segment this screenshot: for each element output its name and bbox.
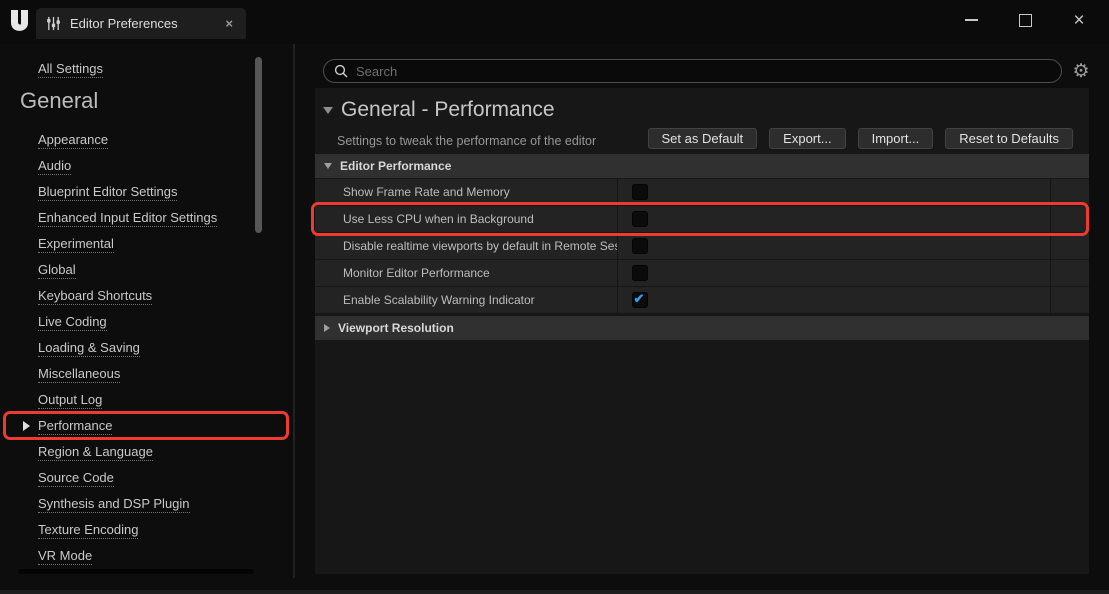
property-rows: Show Frame Rate and Memory Use Less CPU … <box>315 179 1089 314</box>
sidebar-item-region-language[interactable]: Region & Language <box>8 439 290 465</box>
maximize-button[interactable] <box>1011 6 1039 34</box>
section-collapsed-icon <box>324 324 330 332</box>
sidebar-item-loading-saving[interactable]: Loading & Saving <box>8 335 290 361</box>
row-enable-scalability-warning: Enable Scalability Warning Indicator <box>315 287 1089 313</box>
sidebar-section-heading: General <box>20 88 98 114</box>
sidebar-item-enhanced-input-editor-settings[interactable]: Enhanced Input Editor Settings <box>8 205 290 231</box>
expander-arrow-icon <box>23 421 30 431</box>
checkbox-monitor-editor-performance[interactable] <box>632 265 648 281</box>
import-button[interactable]: Import... <box>858 128 934 149</box>
settings-panel: General - Performance Settings to tweak … <box>315 88 1089 574</box>
sidebar-item-synthesis-dsp-plugin[interactable]: Synthesis and DSP Plugin <box>8 491 290 517</box>
section-editor-performance[interactable]: Editor Performance <box>315 154 1089 178</box>
section-expanded-icon <box>324 163 332 169</box>
editor-preferences-window: Editor Preferences × × All Settings Gene… <box>0 0 1109 594</box>
window-controls: × <box>957 0 1109 40</box>
tab-close-icon[interactable]: × <box>222 16 236 31</box>
search-bar[interactable] <box>323 59 1062 83</box>
sidebar-item-global[interactable]: Global <box>8 257 290 283</box>
sidebar-item-texture-encoding[interactable]: Texture Encoding <box>8 517 290 543</box>
sidebar-item-output-log[interactable]: Output Log <box>8 387 290 413</box>
sidebar-item-audio[interactable]: Audio <box>8 153 290 179</box>
page-subtitle: Settings to tweak the performance of the… <box>337 134 596 148</box>
page-title: General - Performance <box>341 98 555 122</box>
search-input[interactable] <box>356 64 1051 79</box>
window-bottom-edge <box>0 590 1109 594</box>
sidebar-item-keyboard-shortcuts[interactable]: Keyboard Shortcuts <box>8 283 290 309</box>
sidebar-scrollbar[interactable] <box>255 57 262 233</box>
sidebar-horizontal-scrollbar[interactable] <box>18 569 254 574</box>
close-button[interactable]: × <box>1065 6 1093 34</box>
unreal-logo-icon <box>9 8 33 32</box>
collapse-title-icon[interactable] <box>323 107 333 114</box>
sliders-icon <box>46 16 61 31</box>
row-disable-realtime-viewports: Disable realtime viewports by default in… <box>315 233 1089 259</box>
export-button[interactable]: Export... <box>769 128 845 149</box>
settings-sidebar: All Settings General Appearance Audio Bl… <box>8 48 290 576</box>
search-icon <box>334 64 348 78</box>
sidebar-item-miscellaneous[interactable]: Miscellaneous <box>8 361 290 387</box>
sidebar-list: Appearance Audio Blueprint Editor Settin… <box>8 127 290 569</box>
section-viewport-resolution[interactable]: Viewport Resolution <box>315 316 1089 340</box>
titlebar: Editor Preferences × × <box>0 0 1109 44</box>
sidebar-item-source-code[interactable]: Source Code <box>8 465 290 491</box>
action-buttons: Set as Default Export... Import... Reset… <box>648 128 1073 149</box>
sidebar-item-experimental[interactable]: Experimental <box>8 231 290 257</box>
sidebar-item-live-coding[interactable]: Live Coding <box>8 309 290 335</box>
checkbox-show-frame-rate[interactable] <box>632 184 648 200</box>
all-settings-link[interactable]: All Settings <box>38 61 103 78</box>
sidebar-divider <box>293 44 295 578</box>
sidebar-item-appearance[interactable]: Appearance <box>8 127 290 153</box>
checkbox-enable-scalability-warning[interactable] <box>632 292 648 308</box>
checkbox-use-less-cpu[interactable] <box>632 211 648 227</box>
minimize-button[interactable] <box>957 6 985 34</box>
row-monitor-editor-performance: Monitor Editor Performance <box>315 260 1089 286</box>
row-use-less-cpu-background: Use Less CPU when in Background <box>315 206 1089 232</box>
sidebar-item-blueprint-editor-settings[interactable]: Blueprint Editor Settings <box>8 179 290 205</box>
row-show-frame-rate-and-memory: Show Frame Rate and Memory <box>315 179 1089 205</box>
checkbox-disable-realtime-viewports[interactable] <box>632 238 648 254</box>
reset-to-defaults-button[interactable]: Reset to Defaults <box>945 128 1073 149</box>
settings-gear-icon[interactable]: ⚙ <box>1069 58 1093 84</box>
set-as-default-button[interactable]: Set as Default <box>648 128 758 149</box>
tab-editor-preferences[interactable]: Editor Preferences × <box>36 8 246 39</box>
sidebar-item-performance[interactable]: Performance <box>8 413 290 439</box>
sidebar-item-vr-mode[interactable]: VR Mode <box>8 543 290 569</box>
tab-title: Editor Preferences <box>70 16 222 31</box>
